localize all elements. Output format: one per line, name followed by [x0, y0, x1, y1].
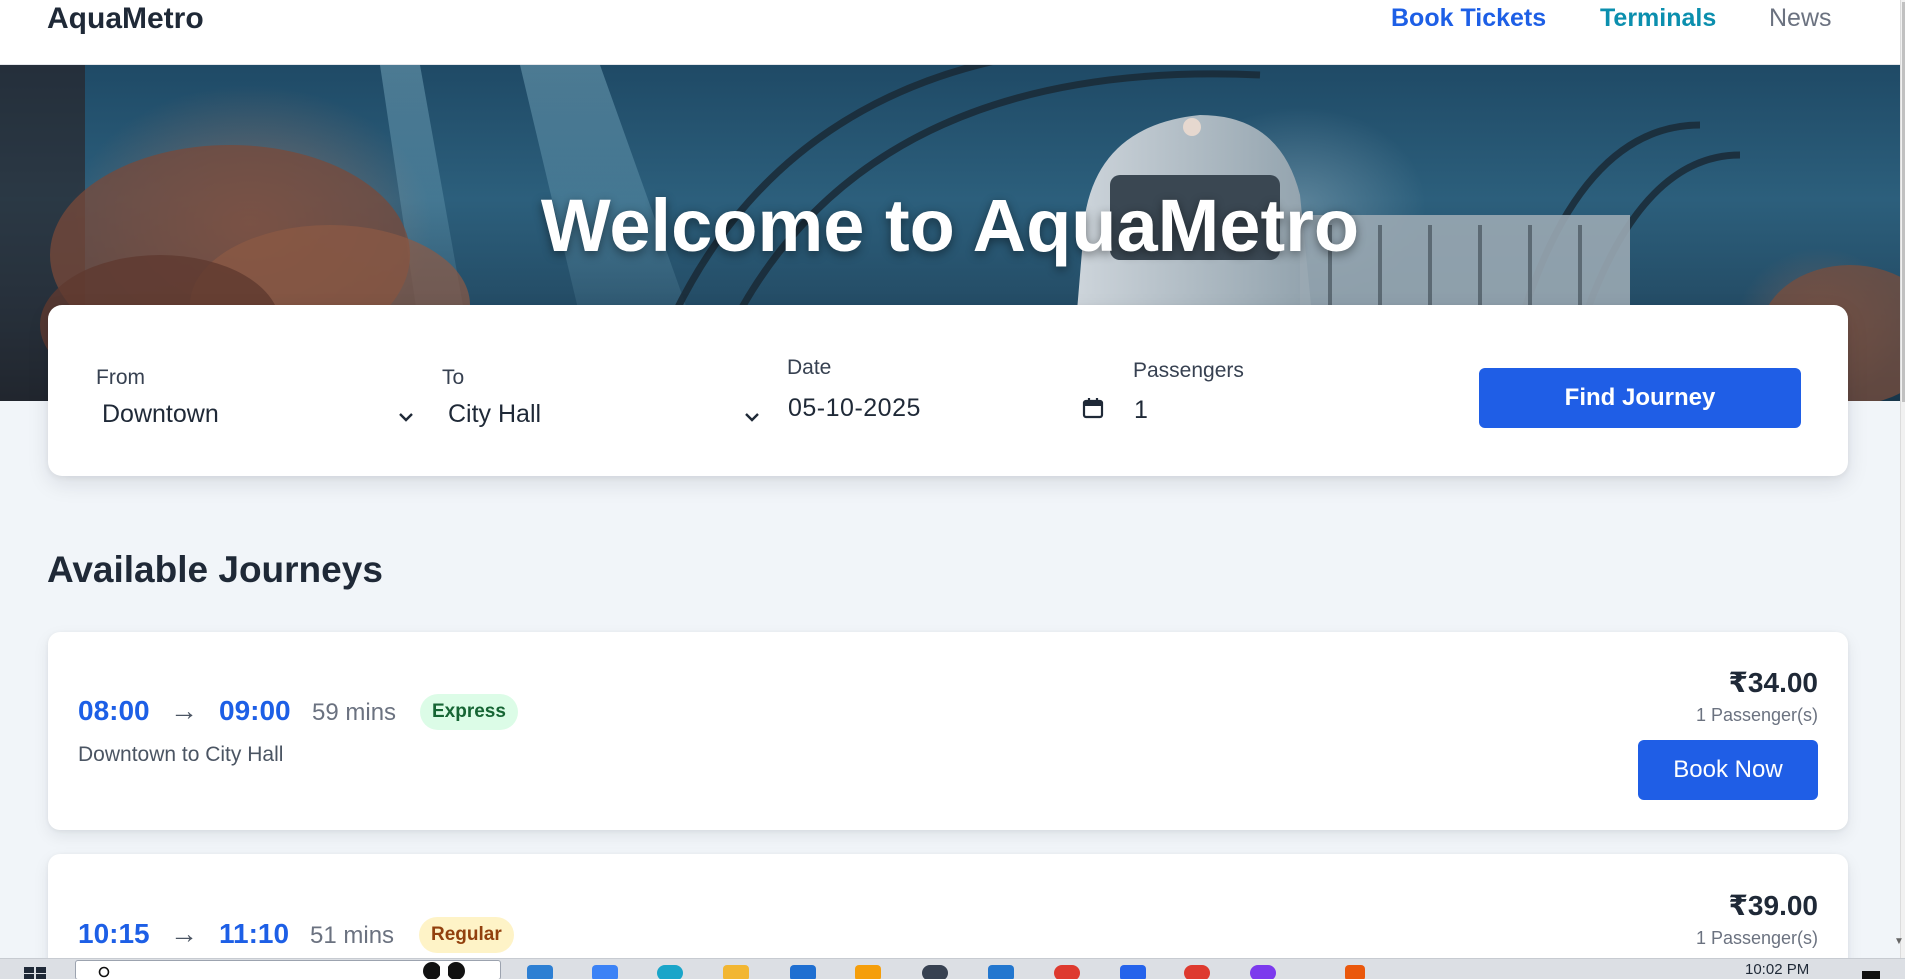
windows-start-icon[interactable] [24, 967, 46, 979]
date-input[interactable]: 05-10-2025 [787, 390, 1107, 430]
windows-taskbar: 10:02 PM [0, 958, 1905, 979]
brand-logo[interactable]: AquaMetro [47, 2, 204, 36]
nav-book-tickets[interactable]: Book Tickets [1391, 4, 1546, 33]
passengers-input-value: 1 [1134, 396, 1149, 424]
date-label: Date [787, 356, 832, 379]
section-title-available-journeys: Available Journeys [47, 549, 383, 590]
chevron-down-icon [745, 413, 759, 422]
journey-passenger-count: 1 Passenger(s) [1695, 928, 1818, 948]
journey-passenger-count: 1 Passenger(s) [1695, 705, 1818, 725]
to-select-value: City Hall [448, 400, 542, 428]
podcast-icon[interactable] [1250, 965, 1276, 979]
from-select[interactable]: Downtown [96, 396, 416, 436]
passengers-label: Passengers [1133, 359, 1244, 382]
intel-icon[interactable] [1120, 965, 1146, 979]
journey-route: Downtown to City Hall [78, 743, 284, 766]
journey-type-badge: Regular [419, 917, 514, 953]
chatgpt-icon[interactable] [922, 965, 948, 979]
journey-price: ₹34.00 [1728, 667, 1818, 698]
show-desktop-icon[interactable] [1862, 971, 1880, 979]
vscode-icon[interactable] [988, 965, 1014, 979]
mail-icon[interactable] [527, 965, 553, 979]
book-now-button[interactable]: Book Now [1638, 740, 1818, 800]
chrome-icon[interactable] [1054, 965, 1080, 979]
arrow-right-icon: → [170, 918, 198, 949]
nav-news[interactable]: News [1769, 4, 1832, 33]
journey-price: ₹39.00 [1728, 890, 1818, 921]
arrival-time: 11:10 [219, 918, 290, 949]
scroll-down-arrow-icon[interactable]: ▼ [1894, 936, 1904, 947]
journey-type-badge: Express [420, 694, 518, 730]
calendar-icon[interactable] [1082, 397, 1104, 419]
notification-icon[interactable] [1345, 965, 1365, 979]
from-label: From [96, 366, 145, 389]
journey-duration: 51 mins [310, 922, 395, 949]
journey-card: 08:00 → 09:00 59 mins Express Downtown t… [48, 632, 1848, 830]
copilot-icon[interactable] [592, 965, 618, 979]
journey-duration: 59 mins [312, 699, 397, 726]
chevron-down-icon [399, 413, 413, 422]
folder-icon[interactable] [855, 965, 881, 979]
edge-icon[interactable] [657, 965, 683, 979]
find-journey-button[interactable]: Find Journey [1479, 368, 1801, 428]
passengers-input[interactable]: 1 [1133, 392, 1433, 432]
from-select-value: Downtown [102, 400, 219, 428]
arrival-time: 09:00 [219, 695, 291, 726]
file-explorer-icon[interactable] [723, 965, 749, 979]
search-highlight-icon [423, 962, 465, 979]
nav-terminals[interactable]: Terminals [1600, 4, 1716, 33]
hero-title: Welcome to AquaMetro [540, 184, 1360, 267]
to-select[interactable]: City Hall [442, 396, 762, 436]
top-navbar: AquaMetro Book Tickets Terminals News [0, 0, 1900, 65]
arrow-right-icon: → [170, 695, 198, 726]
taskbar-clock[interactable]: 10:02 PM [1745, 961, 1809, 978]
store-icon[interactable] [790, 965, 816, 979]
date-input-value: 05-10-2025 [788, 394, 921, 422]
chrome-profile-icon[interactable] [1184, 965, 1210, 979]
to-label: To [442, 366, 465, 389]
departure-time: 10:15 [78, 918, 150, 949]
departure-time: 08:00 [78, 695, 150, 726]
taskbar-search-box[interactable] [75, 960, 501, 979]
page-scrollbar[interactable] [1900, 0, 1905, 958]
search-icon [98, 966, 110, 978]
